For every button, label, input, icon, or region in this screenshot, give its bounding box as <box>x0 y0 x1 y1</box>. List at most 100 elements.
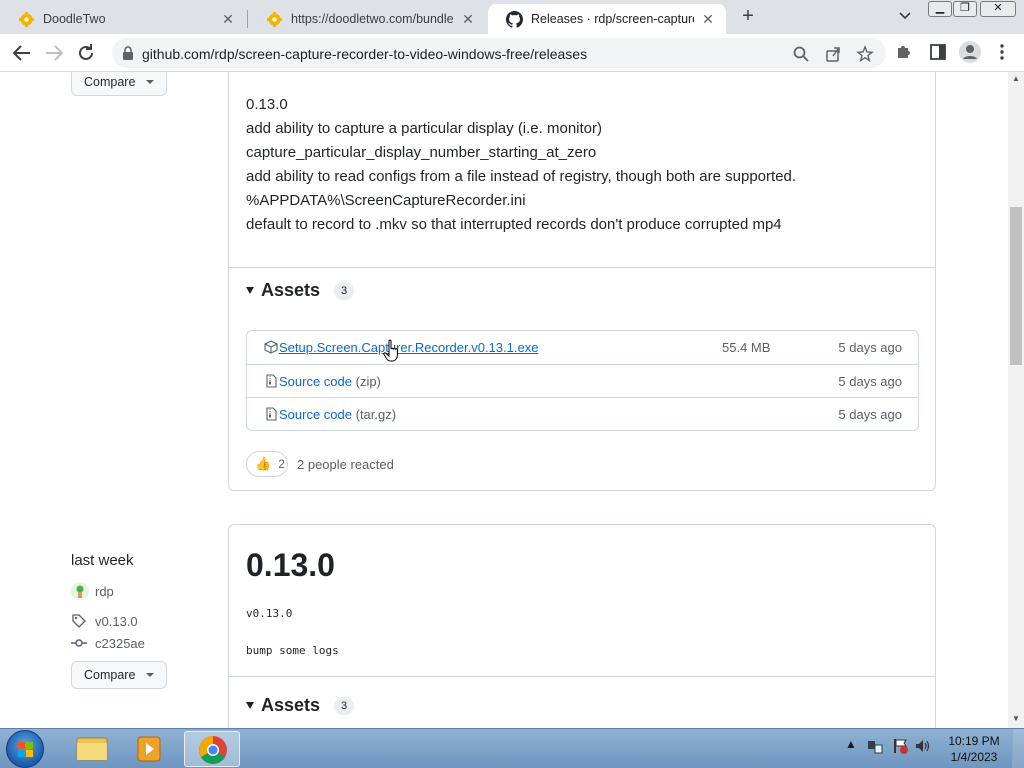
tab-releases[interactable]: Releases · rdp/screen-capture-re ✕ <box>488 4 726 34</box>
release-tag[interactable]: v0.13.0 <box>71 613 138 629</box>
assets-title: Assets <box>261 280 321 300</box>
asset-row: Source code (tar.gz) 5 days ago <box>247 397 918 430</box>
bookmark-star-icon[interactable] <box>856 45 874 63</box>
search-icon[interactable] <box>792 45 810 63</box>
commit-sha: c2325ae <box>95 635 145 651</box>
tab-title: Releases · rdp/screen-capture-re <box>531 12 694 26</box>
release-body: bump some logs <box>246 644 339 657</box>
taskbar-media-player[interactable] <box>122 731 178 767</box>
release-note-line: %APPDATA%\ScreenCaptureRecorder.ini <box>246 192 526 209</box>
asset-suffix: (zip) <box>352 374 381 389</box>
tab-strip: DoodleTwo ✕ https://doodletwo.com/bundle… <box>0 0 1024 34</box>
side-panel-icon[interactable] <box>928 42 948 62</box>
lock-icon[interactable] <box>122 46 134 60</box>
assets-count-badge: 3 <box>334 281 355 300</box>
compare-button[interactable]: Compare <box>71 661 167 689</box>
release-notes: 0.13.0 add ability to capture a particul… <box>246 93 796 237</box>
extensions-puzzle-icon[interactable] <box>894 42 914 62</box>
new-tab-button[interactable]: + <box>736 5 760 29</box>
assets-toggle[interactable]: Assets 3 <box>246 695 355 716</box>
asset-date: 5 days ago <box>838 340 902 355</box>
folder-icon <box>76 737 108 761</box>
asset-link[interactable]: Source code (tar.gz) <box>279 407 396 422</box>
tray-expand-icon[interactable]: ▲ <box>845 737 857 751</box>
network-icon[interactable] <box>866 737 884 755</box>
chrome-icon <box>199 736 227 764</box>
clock-date: 1/4/2023 <box>950 750 998 764</box>
compare-label: Compare <box>84 668 136 682</box>
windows-logo-icon <box>18 742 33 757</box>
windows-taskbar: ▲ 10:19 PM 1/4/2023 <box>0 728 1024 768</box>
back-arrow-icon[interactable] <box>10 41 34 65</box>
assets-count-badge: 3 <box>334 696 355 715</box>
release-author[interactable]: rdp <box>71 582 114 600</box>
asset-row: Source code (zip) 5 days ago <box>247 364 918 397</box>
page-scrollbar[interactable]: ▲ ▼ <box>1008 72 1024 728</box>
forward-arrow-icon[interactable] <box>42 41 66 65</box>
compare-label: Compare <box>84 75 136 89</box>
release-note-line: 0.13.0 <box>246 96 288 113</box>
triangle-down-icon <box>246 287 254 294</box>
release-note-line: add ability to read configs from a file … <box>246 168 797 185</box>
browser-toolbar: github.com/rdp/screen-capture-recorder-t… <box>0 34 1024 72</box>
asset-date: 5 days ago <box>838 374 902 389</box>
divider <box>229 676 935 677</box>
release-card-second: 0.13.0 v0.13.0 bump some logs Assets 3 <box>228 524 936 728</box>
reacted-text: 2 people reacted <box>297 457 394 472</box>
file-zip-icon <box>266 407 277 421</box>
asset-name: Source code <box>279 374 352 389</box>
asset-suffix: (tar.gz) <box>352 407 397 422</box>
caret-down-icon <box>146 80 154 84</box>
tab-bundle-js[interactable]: https://doodletwo.com/bundle.js ✕ <box>248 4 486 34</box>
profile-avatar-icon[interactable] <box>958 40 982 64</box>
package-icon <box>264 340 278 354</box>
assets-title: Assets <box>261 695 321 715</box>
reaction-button[interactable]: 👍 2 <box>246 451 288 477</box>
doodletwo-icon <box>267 11 282 27</box>
author-name: rdp <box>95 583 114 599</box>
system-clock[interactable]: 10:19 PM 1/4/2023 <box>944 733 1004 765</box>
clock-time: 10:19 PM <box>948 734 1000 748</box>
compare-button[interactable]: Compare <box>71 72 167 96</box>
caret-down-icon <box>146 673 154 677</box>
release-card-top: 0.13.0 add ability to capture a particul… <box>228 72 936 491</box>
hand-cursor-icon <box>383 339 398 362</box>
action-center-flag-icon[interactable] <box>891 737 909 755</box>
maximize-button[interactable]: ❐ <box>953 1 977 17</box>
start-button[interactable] <box>6 730 44 768</box>
show-desktop-button[interactable] <box>1012 729 1024 768</box>
close-tab-icon[interactable]: ✕ <box>460 11 476 28</box>
asset-link[interactable]: Source code (zip) <box>279 374 381 389</box>
close-window-button[interactable]: ✕ <box>980 1 1016 17</box>
asset-date: 5 days ago <box>838 407 902 422</box>
release-commit[interactable]: c2325ae <box>71 635 145 651</box>
taskbar-explorer[interactable] <box>64 731 120 767</box>
thumbs-up-icon: 👍 <box>255 456 272 471</box>
address-bar[interactable]: github.com/rdp/screen-capture-recorder-t… <box>112 38 886 68</box>
release-note-line: default to record to .mkv so that interr… <box>246 216 782 233</box>
release-title[interactable]: 0.13.0 <box>246 547 335 584</box>
tab-doodletwo[interactable]: DoodleTwo ✕ <box>0 4 246 34</box>
media-player-icon <box>137 736 161 762</box>
scroll-down-arrow-icon[interactable]: ▼ <box>1012 714 1020 723</box>
chevron-down-icon[interactable] <box>898 9 912 23</box>
volume-icon[interactable] <box>914 737 932 755</box>
share-icon[interactable] <box>824 45 842 63</box>
asset-link[interactable]: Setup.Screen.Capturer.Recorder.v0.13.1.e… <box>279 340 538 355</box>
close-tab-icon[interactable]: ✕ <box>700 11 716 28</box>
scrollbar-thumb[interactable] <box>1010 207 1022 365</box>
url-text[interactable]: github.com/rdp/screen-capture-recorder-t… <box>142 46 587 62</box>
close-tab-icon[interactable]: ✕ <box>220 11 236 28</box>
release-note-line: add ability to capture a particular disp… <box>246 120 603 137</box>
tab-title: DoodleTwo <box>43 12 106 26</box>
kebab-menu-icon[interactable] <box>992 42 1012 62</box>
avatar <box>71 582 89 600</box>
taskbar-chrome[interactable] <box>184 731 240 767</box>
scroll-up-arrow-icon[interactable]: ▲ <box>1012 74 1020 83</box>
asset-name: Source code <box>279 407 352 422</box>
assets-toggle[interactable]: Assets 3 <box>246 280 355 301</box>
assets-list: Setup.Screen.Capturer.Recorder.v0.13.1.e… <box>246 330 919 431</box>
reload-icon[interactable] <box>74 41 98 65</box>
minimize-button[interactable]: ▁ <box>928 1 952 17</box>
release-tag-line: v0.13.0 <box>246 607 293 620</box>
